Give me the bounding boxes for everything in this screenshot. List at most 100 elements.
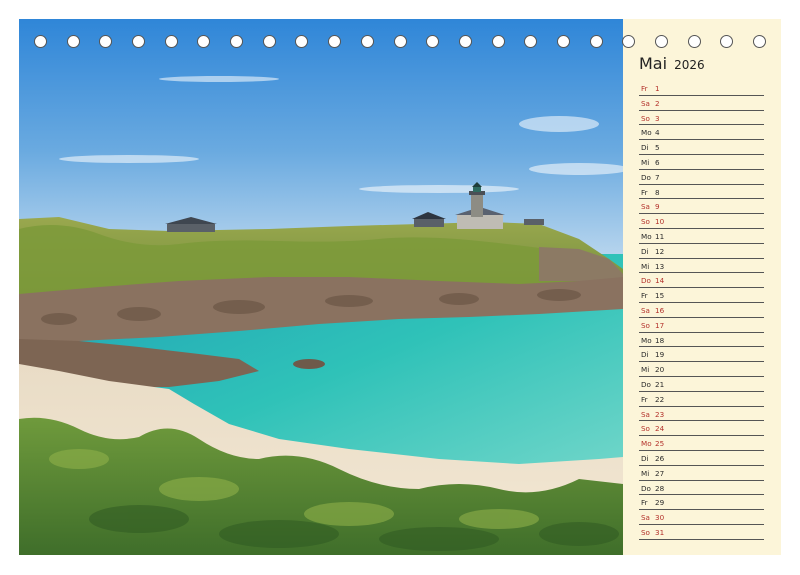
weekday-label: Mo bbox=[641, 335, 652, 345]
day-row: Fr 22 bbox=[639, 392, 764, 407]
binding-hole bbox=[687, 35, 701, 48]
landscape-illustration bbox=[19, 19, 623, 555]
binding-hole bbox=[262, 35, 276, 48]
day-number: 10 bbox=[655, 217, 665, 227]
day-row: Mo 25 bbox=[639, 436, 764, 451]
day-row: So 24 bbox=[639, 421, 764, 437]
binding-hole bbox=[491, 35, 505, 48]
weekday-label: So bbox=[641, 320, 650, 330]
weekday-label: Do bbox=[641, 276, 651, 286]
day-number: 7 bbox=[655, 172, 660, 182]
day-number: 9 bbox=[655, 202, 660, 212]
day-row: Mi 27 bbox=[639, 466, 764, 481]
day-row: Sa 23 bbox=[639, 407, 764, 422]
weekday-label: Sa bbox=[641, 305, 650, 315]
day-number: 5 bbox=[655, 143, 660, 153]
day-row: Do 7 bbox=[639, 170, 764, 185]
day-row: Di 12 bbox=[639, 244, 764, 259]
weekday-label: Do bbox=[641, 172, 651, 182]
binding-hole bbox=[426, 35, 440, 48]
binding-hole bbox=[360, 35, 374, 48]
weekday-label: Fr bbox=[641, 84, 648, 93]
weekday-label: So bbox=[641, 217, 650, 227]
weekday-label: Sa bbox=[641, 513, 650, 523]
day-row: Mo 18 bbox=[639, 333, 764, 348]
calendar-page: Mai 2026 Fr 1 Sa 2 So 3 Mo 4 Di 5 Mi 6 Do 7 Fr 8 Sa 9 So 10… bbox=[0, 0, 800, 575]
day-number: 11 bbox=[655, 231, 665, 241]
weekday-label: So bbox=[641, 527, 650, 537]
day-number: 8 bbox=[655, 187, 660, 197]
day-row: Sa 9 bbox=[639, 199, 764, 215]
weekday-label: Fr bbox=[641, 187, 648, 197]
binding-holes bbox=[0, 35, 800, 51]
day-number: 3 bbox=[655, 113, 660, 123]
day-number: 15 bbox=[655, 291, 665, 301]
day-number: 18 bbox=[655, 335, 665, 345]
binding-hole bbox=[720, 35, 734, 48]
day-list: Fr 1 Sa 2 So 3 Mo 4 Di 5 Mi 6 Do 7 Fr 8 Sa 9 So 10 Mo 11 Di 12 M… bbox=[639, 81, 764, 540]
weekday-label: So bbox=[641, 424, 650, 434]
day-number: 26 bbox=[655, 453, 665, 463]
day-row: So 3 bbox=[639, 111, 764, 126]
day-row: Fr 8 bbox=[639, 185, 764, 200]
year-label: 2026 bbox=[674, 58, 705, 72]
day-number: 29 bbox=[655, 498, 665, 508]
day-row: Mi 20 bbox=[639, 362, 764, 377]
weekday-label: Fr bbox=[641, 394, 648, 404]
landscape-photo bbox=[19, 19, 623, 555]
binding-hole bbox=[622, 35, 636, 48]
weekday-label: Mo bbox=[641, 439, 652, 449]
day-row: Sa 2 bbox=[639, 96, 764, 111]
binding-hole bbox=[132, 35, 146, 48]
binding-hole bbox=[458, 35, 472, 48]
day-row: So 31 bbox=[639, 525, 764, 540]
day-number: 28 bbox=[655, 483, 665, 493]
day-number: 1 bbox=[655, 84, 660, 93]
binding-hole bbox=[654, 35, 668, 48]
day-row: Fr 1 bbox=[639, 81, 764, 96]
day-number: 25 bbox=[655, 439, 665, 449]
binding-hole bbox=[197, 35, 211, 48]
binding-hole bbox=[556, 35, 570, 48]
weekday-label: Fr bbox=[641, 291, 648, 301]
day-number: 6 bbox=[655, 157, 660, 167]
day-row: Mi 6 bbox=[639, 155, 764, 170]
binding-hole bbox=[99, 35, 113, 48]
binding-hole bbox=[66, 35, 80, 48]
day-row: Sa 30 bbox=[639, 510, 764, 525]
weekday-label: Fr bbox=[641, 498, 648, 508]
day-number: 12 bbox=[655, 246, 665, 256]
day-row: Di 26 bbox=[639, 451, 764, 466]
weekday-label: Di bbox=[641, 143, 649, 153]
calendar-panel: Mai 2026 Fr 1 Sa 2 So 3 Mo 4 Di 5 Mi 6 Do 7 Fr 8 Sa 9 So 10… bbox=[623, 19, 781, 555]
weekday-label: Mi bbox=[641, 157, 650, 167]
weekday-label: Do bbox=[641, 379, 651, 389]
weekday-label: Mi bbox=[641, 468, 650, 478]
day-number: 31 bbox=[655, 527, 665, 537]
day-number: 2 bbox=[655, 98, 660, 108]
month-title: Mai 2026 bbox=[639, 54, 705, 73]
day-number: 27 bbox=[655, 468, 665, 478]
day-row: Mo 4 bbox=[639, 125, 764, 141]
day-number: 14 bbox=[655, 276, 665, 286]
binding-hole bbox=[589, 35, 603, 48]
day-number: 16 bbox=[655, 305, 665, 315]
day-row: Do 21 bbox=[639, 377, 764, 392]
weekday-label: Sa bbox=[641, 409, 650, 419]
day-number: 21 bbox=[655, 379, 665, 389]
binding-hole bbox=[295, 35, 309, 48]
day-number: 23 bbox=[655, 409, 665, 419]
day-row: Fr 29 bbox=[639, 495, 764, 511]
binding-hole bbox=[164, 35, 178, 48]
weekday-label: Mi bbox=[641, 261, 650, 271]
day-row: Fr 15 bbox=[639, 288, 764, 303]
day-row: Mo 11 bbox=[639, 229, 764, 244]
binding-hole bbox=[393, 35, 407, 48]
weekday-label: Sa bbox=[641, 98, 650, 108]
day-row: Do 28 bbox=[639, 481, 764, 496]
day-number: 30 bbox=[655, 513, 665, 523]
binding-hole bbox=[34, 35, 47, 48]
binding-hole bbox=[524, 35, 538, 48]
day-row: So 10 bbox=[639, 214, 764, 229]
weekday-label: Di bbox=[641, 246, 649, 256]
